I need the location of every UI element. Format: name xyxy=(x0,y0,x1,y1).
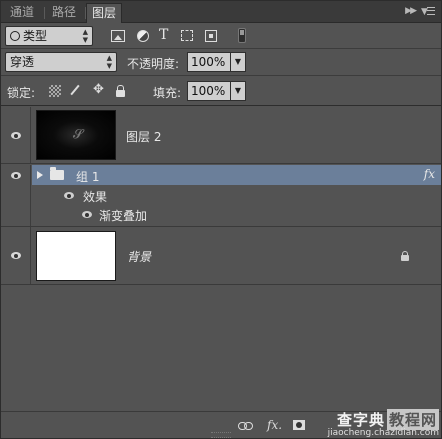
resize-grip-icon[interactable] xyxy=(211,432,231,438)
filter-kind-label: 类型 xyxy=(23,29,48,43)
opacity-dropdown-button[interactable]: ▼ xyxy=(230,52,246,72)
collapse-panel-icon[interactable]: ▶▶ xyxy=(405,6,417,16)
smart-object-filter-icon[interactable] xyxy=(205,30,217,42)
lock-image-pixels-brush-icon[interactable] xyxy=(69,85,81,97)
add-mask-icon[interactable] xyxy=(293,420,305,430)
watermark: 查字典 教程网 jiaocheng.chazidian.com xyxy=(328,409,439,438)
tab-paths[interactable]: 路径 xyxy=(47,3,81,23)
layer-name[interactable]: 背景 xyxy=(127,248,151,265)
filter-row: 类型 ▲ ▼ T xyxy=(1,24,441,49)
watermark-url: jiaocheng.chazidian.com xyxy=(327,428,439,438)
blend-mode-value: 穿透 xyxy=(10,55,35,69)
text-filter-icon[interactable]: T xyxy=(159,27,173,43)
effect-item-row[interactable]: 渐变叠加 xyxy=(32,205,441,223)
layers-panel: 通道 路径 图层 ▶▶ ▼ 类型 ▲ ▼ T 穿透 ▲ ▼ 不透明度: 100% ▼… xyxy=(0,0,442,439)
eye-icon[interactable] xyxy=(11,252,21,259)
layer-thumbnail: 𝓢 xyxy=(36,110,116,160)
tab-layers[interactable]: 图层 xyxy=(86,3,123,23)
visibility-cell[interactable] xyxy=(1,165,31,226)
group-selected-bar[interactable]: 组 1 fx xyxy=(32,165,441,185)
lock-transparent-pixels-icon[interactable] xyxy=(49,85,61,97)
filter-kind-select[interactable]: 类型 ▲ ▼ xyxy=(5,26,93,46)
smoke-graphic: 𝓢 xyxy=(73,127,84,142)
eye-icon[interactable] xyxy=(64,192,74,199)
layer-row-group1[interactable]: 组 1 fx 效果 渐变叠加 xyxy=(1,165,441,227)
watermark-box-text: 教程网 xyxy=(386,409,439,430)
fill-input[interactable]: 100% xyxy=(187,81,231,101)
lock-label: 锁定: xyxy=(7,86,36,100)
visibility-cell[interactable] xyxy=(1,107,31,163)
effects-label: 效果 xyxy=(83,190,108,204)
panel-menu-icon[interactable]: ▼ xyxy=(421,5,435,17)
fill-dropdown-button[interactable]: ▼ xyxy=(230,81,246,101)
lock-row: 锁定: ✥ 填充: 100% ▼ xyxy=(1,76,441,106)
fx-badge-icon[interactable]: fx xyxy=(424,167,435,181)
blend-mode-select[interactable]: 穿透 ▲ ▼ xyxy=(5,52,117,72)
layers-list: 𝓢 图层 2 组 1 fx 效果 渐变叠加 背景 xyxy=(1,107,441,411)
updown-arrows-icon: ▲ ▼ xyxy=(82,28,88,44)
layer-name[interactable]: 图层 2 xyxy=(126,128,161,145)
visibility-cell[interactable] xyxy=(1,227,31,284)
add-layer-style-icon[interactable]: fx. xyxy=(267,418,282,432)
updown-arrows-icon: ▲ ▼ xyxy=(106,54,112,70)
layer-row-layer2[interactable]: 𝓢 图层 2 xyxy=(1,107,441,164)
panel-tab-bar: 通道 路径 图层 ▶▶ ▼ xyxy=(1,1,441,23)
blend-row: 穿透 ▲ ▼ 不透明度: 100% ▼ xyxy=(1,49,441,76)
eye-icon[interactable] xyxy=(11,132,21,139)
lock-all-icon[interactable] xyxy=(115,85,127,97)
tab-channels[interactable]: 通道 xyxy=(5,3,39,23)
lock-position-move-icon[interactable]: ✥ xyxy=(93,82,105,97)
layer-row-background[interactable]: 背景 xyxy=(1,227,441,285)
eye-icon[interactable] xyxy=(11,172,21,179)
search-icon xyxy=(10,31,20,41)
link-layers-icon[interactable] xyxy=(238,422,253,430)
tab-divider xyxy=(44,7,45,19)
watermark-title: 查字典 xyxy=(336,411,385,429)
shape-filter-icon[interactable] xyxy=(181,30,193,41)
effects-row[interactable]: 效果 xyxy=(32,187,441,205)
lock-icon xyxy=(400,251,410,261)
fill-label: 填充: xyxy=(153,86,182,100)
adjustment-filter-icon[interactable] xyxy=(137,30,149,42)
expand-triangle-icon[interactable] xyxy=(37,171,43,179)
group-name[interactable]: 组 1 xyxy=(76,168,99,185)
layer-thumbnail xyxy=(36,231,116,281)
opacity-input[interactable]: 100% xyxy=(187,52,231,72)
eye-icon[interactable] xyxy=(82,211,92,218)
image-filter-icon[interactable] xyxy=(111,30,125,42)
folder-icon xyxy=(50,167,64,180)
opacity-label: 不透明度: xyxy=(127,57,180,71)
filter-toggle-switch[interactable] xyxy=(238,28,246,43)
gradient-overlay-label: 渐变叠加 xyxy=(99,209,148,223)
